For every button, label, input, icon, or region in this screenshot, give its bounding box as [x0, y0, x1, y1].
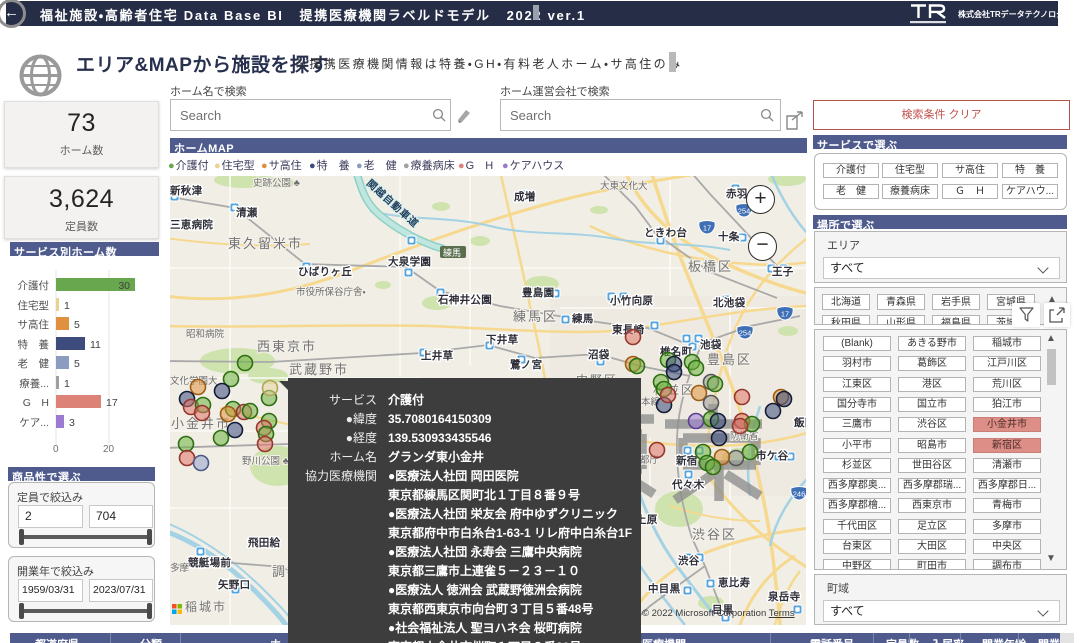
- svg-text:野川公園 ♣: 野川公園 ♣: [242, 456, 289, 467]
- svg-text:3: 3: [69, 417, 75, 429]
- svg-text:矢野口: 矢野口: [218, 578, 250, 591]
- svg-text:ひばりヶ丘: ひばりヶ丘: [298, 265, 352, 278]
- svg-text:17: 17: [106, 397, 118, 409]
- svg-text:練馬: 練馬: [443, 247, 461, 258]
- svg-text:昭和病院: 昭和病院: [186, 329, 225, 340]
- svg-text:ケア...: ケア...: [19, 417, 49, 429]
- svg-text:豊島区: 豊島区: [707, 352, 752, 367]
- svg-text:11: 11: [90, 339, 101, 351]
- svg-text:板橋区: 板橋区: [688, 259, 733, 274]
- svg-text:30: 30: [118, 280, 130, 292]
- svg-text:下井草: 下井草: [486, 333, 519, 346]
- svg-text:清瀬: 清瀬: [236, 206, 258, 219]
- svg-text:ときわ台: ときわ台: [644, 226, 687, 239]
- svg-text:石神井公園: 石神井公園: [437, 293, 492, 306]
- svg-text:市ケ谷: 市ケ谷: [756, 449, 789, 462]
- svg-text:20: 20: [103, 444, 115, 455]
- svg-text:鷺ノ宮: 鷺ノ宮: [510, 358, 542, 371]
- svg-text:練馬: 練馬: [571, 312, 594, 325]
- svg-text:東久留米市: 東久留米市: [228, 236, 303, 251]
- svg-text:新秋津: 新秋津: [170, 184, 203, 197]
- svg-text:中目黒: 中目黒: [648, 582, 681, 595]
- svg-text:多摩: 多摩: [170, 562, 190, 574]
- svg-text:市役所保谷庁舎・: 市役所保谷庁舎・: [296, 286, 366, 298]
- svg-text:飯田: 飯田: [793, 416, 806, 429]
- svg-text:療養...: 療養...: [19, 377, 49, 390]
- svg-text:小竹向原: 小竹向原: [609, 294, 653, 307]
- svg-text:渋谷: 渋谷: [678, 554, 700, 567]
- svg-text:246: 246: [793, 490, 806, 499]
- svg-text:成増: 成増: [514, 190, 536, 203]
- svg-text:老 健: 老 健: [18, 357, 50, 370]
- svg-text:1: 1: [64, 378, 70, 390]
- svg-text:大東文化大: 大東文化大: [600, 180, 648, 192]
- svg-text:17: 17: [781, 310, 789, 319]
- svg-text:G H: G H: [23, 397, 49, 409]
- svg-text:史跡公園 ♣: 史跡公園 ♣: [253, 177, 300, 189]
- svg-text:王子: 王子: [772, 266, 794, 278]
- svg-text:17: 17: [703, 224, 711, 233]
- svg-text:武蔵野市: 武蔵野市: [289, 362, 349, 377]
- svg-text:競艇場前: 競艇場前: [187, 556, 231, 569]
- svg-text:練馬区: 練馬区: [513, 309, 558, 324]
- svg-text:北池袋: 北池袋: [713, 296, 746, 309]
- svg-text:254: 254: [739, 329, 752, 338]
- svg-text:十条: 十条: [718, 230, 740, 243]
- svg-text:恵比寿: 恵比寿: [718, 576, 751, 589]
- svg-text:介護付: 介護付: [18, 279, 50, 292]
- svg-text:1: 1: [64, 300, 70, 312]
- svg-text:豊島園: 豊島園: [522, 286, 554, 299]
- svg-text:西東京市: 西東京市: [257, 339, 317, 354]
- svg-text:0: 0: [53, 444, 59, 455]
- svg-text:住宅型: 住宅型: [18, 299, 50, 312]
- svg-text:池袋: 池袋: [700, 338, 722, 351]
- svg-text:大泉学園: 大泉学園: [388, 255, 431, 268]
- svg-text:新宿: 新宿: [675, 454, 698, 467]
- svg-text:渋谷区: 渋谷区: [692, 527, 737, 542]
- svg-text:稲城市: 稲城市: [185, 600, 227, 614]
- svg-text:特 養: 特 養: [18, 338, 50, 351]
- svg-text:三恵病院: 三恵病院: [170, 218, 213, 231]
- svg-text:沼袋: 沼袋: [588, 348, 610, 361]
- svg-text:上井草: 上井草: [421, 349, 454, 362]
- svg-text:代々木: 代々木: [671, 478, 705, 491]
- svg-text:5: 5: [74, 358, 80, 370]
- svg-text:泉岳寺: 泉岳寺: [767, 590, 801, 603]
- svg-text:赤羽: 赤羽: [725, 187, 748, 200]
- svg-text:飛田給: 飛田給: [247, 536, 281, 549]
- svg-text:5: 5: [74, 319, 80, 331]
- svg-text:サ高住: サ高住: [18, 318, 50, 331]
